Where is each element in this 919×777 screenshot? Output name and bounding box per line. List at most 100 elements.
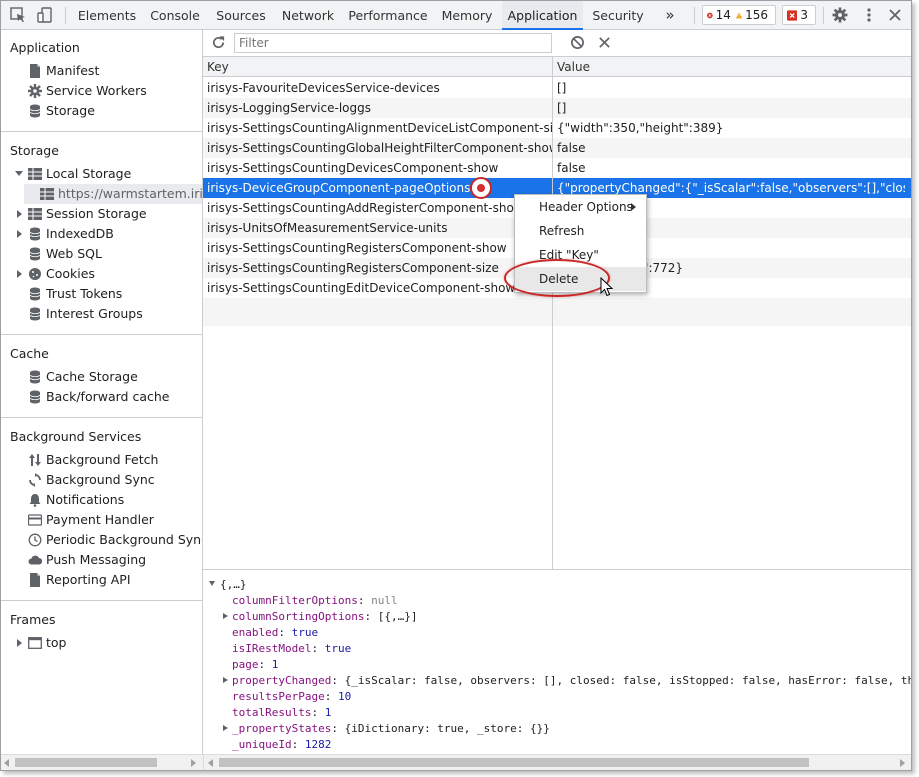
column-divider[interactable] (552, 57, 553, 569)
sidebar-scroll-thumb[interactable] (15, 758, 157, 767)
delete-selected-icon[interactable] (598, 36, 611, 49)
error-count: 14 (715, 8, 731, 22)
grid-table-icon (28, 168, 42, 180)
database-icon (29, 390, 41, 404)
toolbar-divider (694, 7, 695, 24)
expand-arrow-icon[interactable] (17, 270, 22, 278)
expand-arrow-icon[interactable] (15, 171, 23, 176)
table-row[interactable]: irisys-SettingsCountingDevicesComponent-… (203, 158, 911, 178)
credit-card-icon (28, 514, 42, 526)
column-header-key[interactable]: Key (203, 57, 552, 77)
section-divider (1, 417, 202, 418)
scroll-left-arrow-icon[interactable] (4, 759, 9, 767)
preview-property[interactable]: _propertyStates: {iDictionary: true, _st… (223, 721, 550, 737)
refresh-icon[interactable] (211, 35, 226, 50)
scroll-right-arrow-icon[interactable] (900, 759, 905, 767)
table-row-empty (203, 298, 911, 326)
close-devtools-icon[interactable] (887, 7, 903, 23)
storage-table: Key Value irisys-FavouriteDevicesService… (203, 57, 911, 570)
table-row[interactable]: irisys-LoggingService-loggs [] (203, 98, 911, 118)
row-key: irisys-SettingsCountingAddRegisterCompon… (207, 201, 524, 215)
console-counts[interactable]: 14 156 (702, 5, 776, 25)
settings-gear-icon[interactable] (832, 7, 848, 23)
row-key: irisys-SettingsCountingRegistersComponen… (207, 261, 499, 275)
issues-count[interactable]: 3 (782, 5, 816, 25)
table-row[interactable]: irisys-SettingsCountingGlobalHeightFilte… (203, 138, 911, 158)
annotation-marker (470, 177, 492, 199)
menu-item-refresh[interactable]: Refresh (515, 219, 646, 243)
table-header: Key Value (203, 57, 911, 77)
local-storage-panel: Key Value irisys-FavouriteDevicesService… (203, 30, 911, 754)
expand-arrow-icon[interactable] (17, 210, 22, 218)
column-header-value[interactable]: Value (553, 57, 590, 77)
expand-arrow-icon[interactable] (17, 230, 22, 238)
more-options-icon[interactable] (861, 7, 877, 23)
row-key: irisys-LoggingService-loggs (207, 101, 371, 115)
tab-network[interactable]: Network (276, 1, 340, 30)
up-down-arrows-icon (29, 454, 41, 466)
devtools-window: Elements Console Sources Network Perform… (0, 0, 912, 771)
application-sidebar: Application Manifest Service Workers Sto… (1, 30, 203, 754)
more-tabs-button[interactable]: » (659, 1, 681, 30)
row-key: irisys-SettingsCountingGlobalHeightFilte… (207, 141, 552, 155)
mouse-cursor-icon (600, 277, 614, 297)
section-divider (1, 334, 202, 335)
database-icon (29, 247, 41, 261)
scroll-right-arrow-icon[interactable] (191, 759, 196, 767)
menu-item-header-options[interactable]: Header Options (515, 195, 646, 219)
expand-triangle-icon[interactable] (223, 613, 228, 619)
row-value: [] (557, 81, 567, 95)
tab-performance[interactable]: Performance (344, 1, 432, 30)
sidebar-item-local-storage-origin[interactable]: https://warmstartem.irisysc (24, 184, 202, 204)
warning-count: 156 (745, 8, 768, 22)
cloud-icon (28, 555, 42, 565)
row-key: irisys-SettingsCountingDevicesComponent-… (207, 161, 499, 175)
inspect-element-icon[interactable] (10, 7, 26, 23)
device-toolbar-icon[interactable] (37, 7, 53, 23)
preview-property: _uniqueId: 1282 (232, 738, 332, 751)
issues-icon (787, 9, 798, 21)
database-icon (29, 287, 41, 301)
tab-console[interactable]: Console (144, 1, 206, 30)
expand-triangle-icon[interactable] (223, 677, 228, 683)
warning-icon (735, 12, 743, 18)
tab-sources[interactable]: Sources (210, 1, 272, 30)
preview-property: resultsPerPage: 10 (232, 690, 352, 703)
preview-scroll-thumb[interactable] (219, 758, 809, 767)
table-row[interactable]: irisys-SettingsCountingAlignmentDeviceLi… (203, 118, 911, 138)
preview-property[interactable]: columnSortingOptions: [{,…}] (223, 609, 417, 625)
row-key: irisys-SettingsCountingRegistersComponen… (207, 241, 507, 255)
row-key: irisys-DeviceGroupComponent-pageOptions (207, 181, 471, 195)
tab-security[interactable]: Security (587, 1, 649, 30)
section-divider (1, 600, 202, 601)
tab-application[interactable]: Application (502, 1, 583, 30)
section-title-storage: Storage (10, 143, 59, 158)
preview-property: columnFilterOptions: null (232, 594, 398, 607)
tab-memory[interactable]: Memory (436, 1, 498, 30)
preview-root[interactable]: {,…} (209, 577, 247, 593)
preview-property: page: 1 (232, 658, 279, 671)
cookie-icon (29, 268, 41, 280)
toolbar-divider (65, 7, 66, 24)
filter-input[interactable] (234, 33, 552, 53)
row-value: [] (557, 101, 567, 115)
database-icon (29, 227, 41, 241)
row-key: irisys-SettingsCountingEditDeviceCompone… (207, 281, 516, 295)
gear-icon (28, 84, 42, 98)
database-icon (29, 307, 41, 321)
table-row[interactable]: irisys-FavouriteDevicesService-devices [… (203, 78, 911, 98)
preview-property: isIRestModel: true (232, 642, 352, 655)
clear-all-icon[interactable] (570, 35, 585, 50)
database-icon (29, 370, 41, 384)
annotation-highlight-ellipse (504, 259, 610, 297)
scroll-left-arrow-icon[interactable] (208, 759, 213, 767)
horizontal-scrollbar[interactable] (1, 754, 911, 770)
expand-triangle-icon[interactable] (223, 725, 228, 731)
scrollbar-divider (203, 755, 204, 770)
preview-property[interactable]: propertyChanged: {_isScalar: false, obse… (223, 673, 911, 689)
collapse-triangle-icon[interactable] (209, 581, 215, 586)
tab-elements[interactable]: Elements (74, 1, 140, 30)
sync-icon (29, 473, 41, 487)
expand-arrow-icon[interactable] (17, 639, 22, 647)
value-preview-panel: {,…} columnFilterOptions: null columnSor… (203, 571, 911, 754)
